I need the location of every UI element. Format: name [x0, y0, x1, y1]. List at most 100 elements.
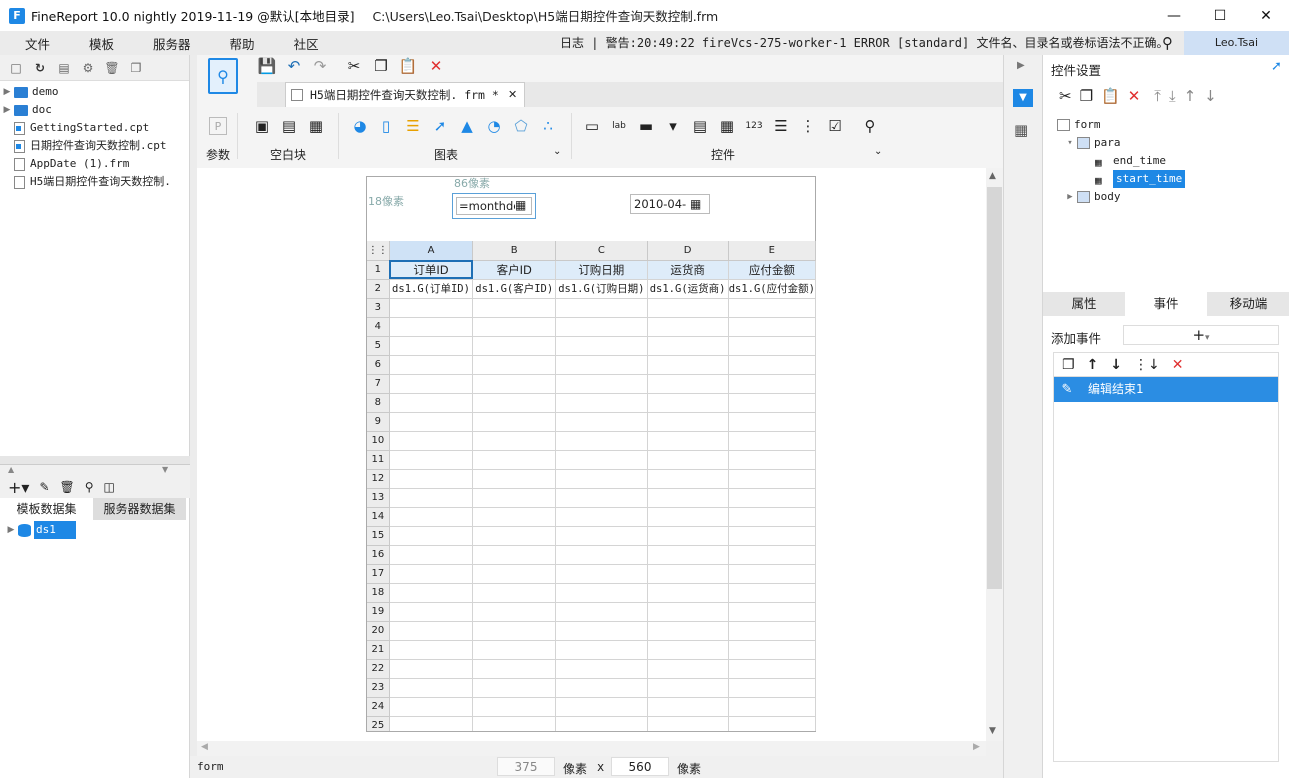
grid-cell[interactable]: 订购日期	[555, 260, 648, 280]
grid-cell[interactable]	[647, 469, 729, 489]
calendar-icon[interactable]: ▦	[690, 195, 701, 213]
grid-cell[interactable]	[472, 697, 557, 717]
grid-cell[interactable]	[647, 659, 729, 679]
row-header[interactable]: 22	[367, 659, 390, 679]
preview-icon[interactable]: ⚲	[85, 480, 94, 494]
grid-cell[interactable]	[555, 545, 648, 565]
calendar-icon[interactable]: ▦	[515, 198, 531, 214]
combo-widget-icon[interactable]: ▾	[664, 117, 682, 135]
grid-cell[interactable]	[728, 393, 816, 413]
tree-body[interactable]: ▶ body	[1057, 188, 1185, 206]
new-folder-icon[interactable]: □	[8, 60, 24, 76]
grid-cell[interactable]	[728, 450, 816, 470]
grid-cell[interactable]: 应付金额	[728, 260, 816, 280]
delete-widget-icon[interactable]: ✕	[1128, 87, 1141, 105]
row-header[interactable]: 16	[367, 545, 390, 565]
scatter-chart-icon[interactable]: ∴	[539, 117, 557, 135]
grid-cell[interactable]	[389, 355, 474, 375]
block-icon[interactable]: ▣	[253, 117, 271, 135]
grid-cell[interactable]	[472, 336, 557, 356]
copy-event-icon[interactable]: ❐	[1062, 357, 1075, 373]
block-split-icon[interactable]: ▤	[280, 117, 298, 135]
tree-para[interactable]: ▾ para	[1057, 134, 1185, 152]
report-grid[interactable]: ⋮⋮ A B C D E 1 订单ID 客户ID 订购日期 运货商 应付金额 2 ds1.G(订单ID) d…	[367, 241, 816, 731]
query-button-icon[interactable]: ⚲	[861, 117, 879, 135]
tab-close-icon[interactable]: ✕	[508, 83, 517, 107]
grid-cell[interactable]	[728, 678, 816, 698]
grid-cell[interactable]	[728, 298, 816, 318]
textbox-widget-icon[interactable]: ▭	[583, 117, 601, 135]
grid-cell[interactable]	[472, 412, 557, 432]
tree-item-doc[interactable]: ▶ doc	[0, 101, 189, 119]
grid-cell[interactable]	[728, 469, 816, 489]
settings-icon[interactable]: ⚙	[80, 60, 96, 76]
grid-cell[interactable]	[472, 716, 557, 731]
grid-cell[interactable]	[647, 640, 729, 660]
column-header[interactable]: B	[472, 241, 557, 261]
delete-toolbar-icon[interactable]: ✕	[427, 57, 445, 75]
tab-server-dataset[interactable]: 服务器数据集	[93, 498, 186, 520]
grid-cell[interactable]: ds1.G(应付金额)	[728, 279, 816, 299]
component-library-icon[interactable]: ▦	[1014, 121, 1028, 139]
log-message[interactable]: 日志 | 警告:20:49:22 fireVcs-275-worker-1 ER…	[560, 31, 1168, 55]
column-header[interactable]: A	[389, 241, 474, 261]
textarea-widget-icon[interactable]: ☰	[772, 117, 790, 135]
row-header[interactable]: 12	[367, 469, 390, 489]
copy-toolbar-icon[interactable]: ❐	[372, 57, 390, 75]
grid-cell[interactable]	[472, 450, 557, 470]
grid-cell[interactable]	[389, 526, 474, 546]
menu-file[interactable]: 文件	[0, 34, 64, 53]
grid-corner[interactable]: ⋮⋮	[367, 241, 390, 261]
tab-h5-frm[interactable]: H5端日期控件查询天数控制. frm * ✕	[285, 82, 525, 107]
grid-cell[interactable]	[472, 298, 557, 318]
grid-cell[interactable]	[728, 602, 816, 622]
row-header[interactable]: 21	[367, 640, 390, 660]
row-header[interactable]: 18	[367, 583, 390, 603]
collapse-right-icon[interactable]: ▶	[1017, 60, 1025, 71]
grid-cell[interactable]	[728, 697, 816, 717]
grid-cell[interactable]	[555, 336, 648, 356]
grid-cell[interactable]	[647, 526, 729, 546]
refresh-icon[interactable]: ↻	[32, 60, 48, 76]
tree-form[interactable]: form	[1057, 116, 1185, 134]
grid-cell[interactable]	[555, 697, 648, 717]
grid-cell[interactable]	[389, 716, 474, 731]
grid-cell[interactable]	[555, 716, 648, 731]
grid-cell[interactable]	[472, 507, 557, 527]
event-sort-icon[interactable]: ⋮↓	[1134, 357, 1160, 373]
grid-cell[interactable]	[555, 488, 648, 508]
chart-expand-icon[interactable]: ⌄	[553, 146, 561, 157]
grid-cell[interactable]: ds1.G(客户ID)	[472, 279, 557, 299]
row-header[interactable]: 4	[367, 317, 390, 337]
grid-cell[interactable]	[647, 621, 729, 641]
grid-cell[interactable]	[555, 450, 648, 470]
splitter[interactable]: ▲ ▼	[0, 464, 190, 476]
row-header[interactable]: 14	[367, 507, 390, 527]
grid-cell[interactable]	[472, 659, 557, 679]
row-header[interactable]: 23	[367, 678, 390, 698]
line-chart-icon[interactable]: ➚	[431, 117, 449, 135]
tree-item-date-cpt[interactable]: 日期控件查询天数控制.cpt	[0, 137, 189, 155]
grid-cell[interactable]	[389, 697, 474, 717]
row-header[interactable]: 13	[367, 488, 390, 508]
grid-cell[interactable]	[728, 564, 816, 584]
grid-cell[interactable]	[647, 355, 729, 375]
tree-item-h5-frm[interactable]: H5端日期控件查询天数控制.	[0, 173, 189, 191]
height-input[interactable]: 560	[611, 757, 669, 776]
grid-cell[interactable]	[728, 526, 816, 546]
grid-cell[interactable]	[728, 355, 816, 375]
grid-cell[interactable]	[472, 393, 557, 413]
grid-cell[interactable]	[555, 393, 648, 413]
paste-icon[interactable]: 📋	[399, 57, 418, 75]
grid-cell[interactable]	[555, 317, 648, 337]
move-bottom-icon[interactable]: ⤓	[1169, 87, 1176, 105]
row-header[interactable]: 1	[367, 260, 390, 280]
area-chart-icon[interactable]: ▲	[458, 117, 476, 135]
save-icon[interactable]: 💾	[258, 57, 277, 75]
grid-cell[interactable]	[728, 412, 816, 432]
grid-cell[interactable]	[555, 659, 648, 679]
grid-cell[interactable]	[472, 640, 557, 660]
grid-cell[interactable]	[389, 621, 474, 641]
grid-cell[interactable]	[728, 507, 816, 527]
minimize-icon[interactable]: —	[1151, 0, 1197, 31]
